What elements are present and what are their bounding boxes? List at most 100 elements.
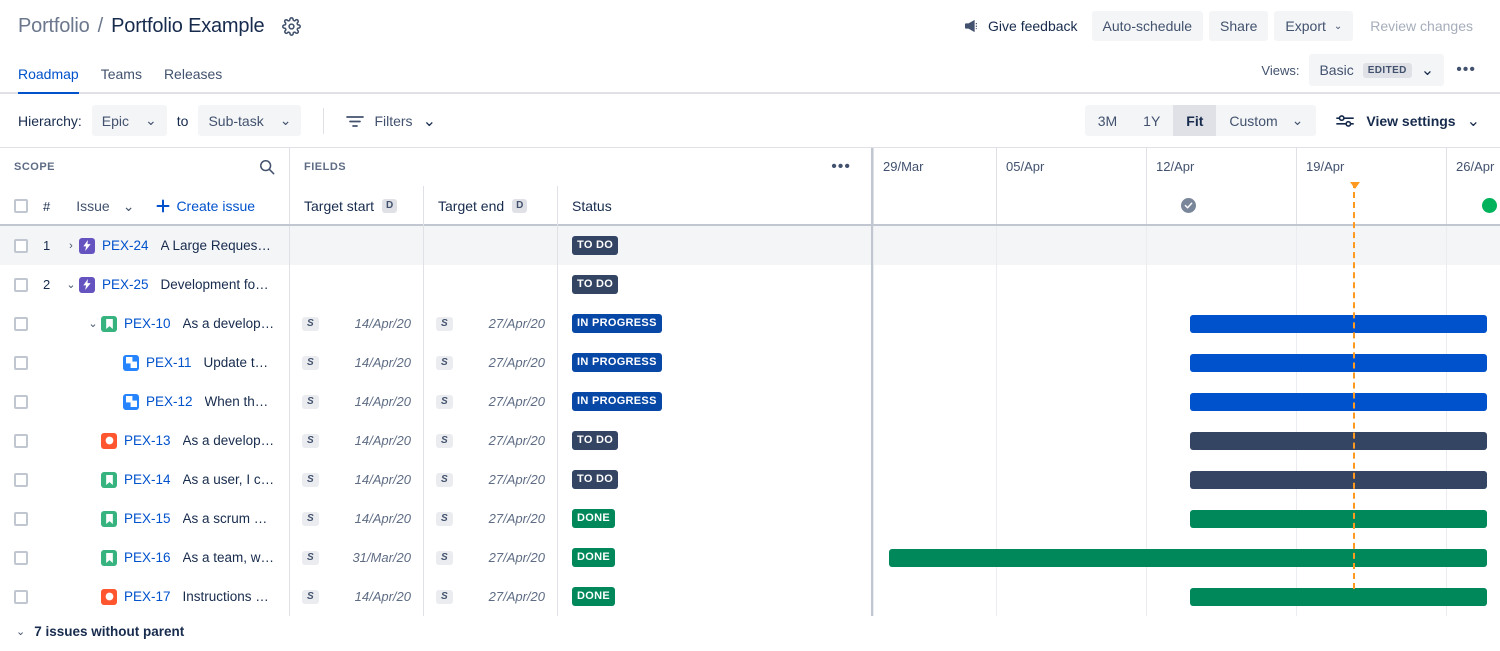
issue-key-link[interactable]: PEX-11 bbox=[146, 355, 192, 370]
cell-target-start[interactable]: S 14/Apr/20 bbox=[290, 421, 424, 460]
table-row[interactable]: PEX-12 When th… S 14/Apr/20 S 27/Apr/20 IN PRO… bbox=[0, 382, 1500, 421]
cell-target-end[interactable]: S 27/Apr/20 bbox=[424, 382, 558, 421]
cell-target-end[interactable]: S 27/Apr/20 bbox=[424, 460, 558, 499]
row-timeline-cell[interactable] bbox=[873, 265, 1500, 304]
row-timeline-cell[interactable] bbox=[873, 499, 1500, 538]
row-checkbox[interactable] bbox=[14, 277, 28, 292]
issue-key-link[interactable]: PEX-15 bbox=[124, 511, 171, 526]
row-checkbox[interactable] bbox=[14, 472, 28, 487]
cell-target-start[interactable]: S 31/Mar/20 bbox=[290, 538, 424, 577]
cell-target-end[interactable] bbox=[424, 265, 558, 304]
filters-button[interactable]: Filters ⌄ bbox=[346, 111, 436, 131]
cell-target-start[interactable] bbox=[290, 226, 424, 265]
zoom-1y-button[interactable]: 1Y bbox=[1130, 105, 1173, 136]
views-more-icon[interactable]: ••• bbox=[1448, 58, 1484, 82]
table-row[interactable]: PEX-17 Instructions … S 14/Apr/20 S 27/Apr/20… bbox=[0, 577, 1500, 616]
row-timeline-cell[interactable] bbox=[873, 421, 1500, 460]
issues-without-parent-row[interactable]: ⌄ 7 issues without parent bbox=[0, 616, 1500, 646]
cell-status[interactable]: TO DO bbox=[558, 265, 871, 304]
cell-status[interactable]: DONE bbox=[558, 577, 871, 616]
table-row[interactable]: PEX-16 As a team, w… S 31/Mar/20 S 27/Apr/20 D… bbox=[0, 538, 1500, 577]
timeline-bar[interactable] bbox=[1190, 470, 1487, 489]
view-settings-button[interactable]: View settings ⌄ bbox=[1336, 111, 1484, 131]
row-expand-toggle[interactable]: › bbox=[63, 240, 79, 252]
row-expand-toggle[interactable]: ⌄ bbox=[85, 317, 101, 330]
issue-key-link[interactable]: PEX-17 bbox=[124, 589, 171, 604]
row-timeline-cell[interactable] bbox=[873, 304, 1500, 343]
cell-target-start[interactable]: S 14/Apr/20 bbox=[290, 460, 424, 499]
fields-more-icon[interactable]: ••• bbox=[823, 155, 859, 179]
issue-key-link[interactable]: PEX-14 bbox=[124, 472, 171, 487]
zoom-3m-button[interactable]: 3M bbox=[1085, 105, 1130, 136]
row-checkbox[interactable] bbox=[14, 238, 28, 253]
table-row[interactable]: PEX-14 As a user, I c… S 14/Apr/20 S 27/Apr/2… bbox=[0, 460, 1500, 499]
auto-schedule-button[interactable]: Auto-schedule bbox=[1091, 11, 1204, 41]
create-issue-button[interactable]: Create issue bbox=[156, 198, 255, 214]
timeline-bar[interactable] bbox=[1190, 392, 1487, 411]
issue-key-link[interactable]: PEX-12 bbox=[146, 394, 193, 409]
row-timeline-cell[interactable] bbox=[873, 577, 1500, 616]
table-row[interactable]: 2 ⌄ PEX-25 Development fo… TO DO bbox=[0, 265, 1500, 304]
zoom-custom-button[interactable]: Custom ⌄ bbox=[1216, 105, 1316, 136]
tab-releases[interactable]: Releases bbox=[164, 66, 222, 92]
release-marker-released[interactable] bbox=[1181, 198, 1196, 213]
timeline-bar[interactable] bbox=[1190, 587, 1487, 606]
row-checkbox[interactable] bbox=[14, 394, 28, 409]
select-all-checkbox[interactable] bbox=[14, 199, 28, 213]
row-timeline-cell[interactable] bbox=[873, 538, 1500, 577]
cell-target-start[interactable]: S 14/Apr/20 bbox=[290, 304, 424, 343]
cell-status[interactable]: IN PROGRESS bbox=[558, 382, 871, 421]
cell-target-end[interactable] bbox=[424, 226, 558, 265]
gear-icon[interactable] bbox=[282, 16, 302, 36]
cell-status[interactable]: DONE bbox=[558, 499, 871, 538]
cell-target-end[interactable]: S 27/Apr/20 bbox=[424, 577, 558, 616]
hierarchy-from-select[interactable]: Epic ⌄ bbox=[91, 105, 167, 136]
table-row[interactable]: PEX-13 As a develop… S 14/Apr/20 S 27/Apr/20 T… bbox=[0, 421, 1500, 460]
timeline-bar[interactable] bbox=[1190, 353, 1487, 372]
timeline-bar[interactable] bbox=[1190, 431, 1487, 450]
cell-status[interactable]: TO DO bbox=[558, 226, 871, 265]
row-checkbox[interactable] bbox=[14, 589, 28, 604]
cell-target-end[interactable]: S 27/Apr/20 bbox=[424, 421, 558, 460]
column-status[interactable]: Status bbox=[558, 186, 871, 226]
tab-roadmap[interactable]: Roadmap bbox=[18, 66, 79, 94]
row-checkbox[interactable] bbox=[14, 316, 28, 331]
row-checkbox[interactable] bbox=[14, 550, 28, 565]
table-row[interactable]: ⌄ PEX-10 As a develop… S 14/Apr/20 S 27/Apr/20… bbox=[0, 304, 1500, 343]
cell-target-start[interactable]: S 14/Apr/20 bbox=[290, 499, 424, 538]
cell-target-end[interactable]: S 27/Apr/20 bbox=[424, 538, 558, 577]
tab-teams[interactable]: Teams bbox=[101, 66, 142, 92]
give-feedback-button[interactable]: Give feedback bbox=[956, 12, 1086, 40]
row-timeline-cell[interactable] bbox=[873, 460, 1500, 499]
breadcrumb-parent[interactable]: Portfolio bbox=[18, 15, 90, 38]
export-button[interactable]: Export ⌄ bbox=[1274, 11, 1354, 41]
row-checkbox[interactable] bbox=[14, 355, 28, 370]
release-marker-unreleased[interactable] bbox=[1482, 198, 1497, 213]
issue-key-link[interactable]: PEX-13 bbox=[124, 433, 171, 448]
row-timeline-cell[interactable] bbox=[873, 382, 1500, 421]
cell-status[interactable]: IN PROGRESS bbox=[558, 343, 871, 382]
review-changes-button[interactable]: Review changes bbox=[1359, 11, 1484, 41]
table-row[interactable]: PEX-15 As a scrum … S 14/Apr/20 S 27/Apr/20 DO… bbox=[0, 499, 1500, 538]
column-target-end[interactable]: Target end D bbox=[424, 186, 558, 226]
issue-key-link[interactable]: PEX-24 bbox=[102, 238, 149, 253]
cell-target-start[interactable]: S 14/Apr/20 bbox=[290, 343, 424, 382]
cell-status[interactable]: TO DO bbox=[558, 421, 871, 460]
cell-target-end[interactable]: S 27/Apr/20 bbox=[424, 304, 558, 343]
cell-target-start[interactable]: S 14/Apr/20 bbox=[290, 382, 424, 421]
views-selector[interactable]: Basic EDITED ⌄ bbox=[1309, 54, 1445, 86]
issue-key-link[interactable]: PEX-25 bbox=[102, 277, 149, 292]
cell-status[interactable]: IN PROGRESS bbox=[558, 304, 871, 343]
cell-target-start[interactable] bbox=[290, 265, 424, 304]
issue-key-link[interactable]: PEX-16 bbox=[124, 550, 171, 565]
column-target-start[interactable]: Target start D bbox=[290, 186, 424, 226]
issue-column-select[interactable]: Issue ⌄ bbox=[76, 198, 134, 215]
cell-status[interactable]: DONE bbox=[558, 538, 871, 577]
row-timeline-cell[interactable] bbox=[873, 343, 1500, 382]
cell-target-end[interactable]: S 27/Apr/20 bbox=[424, 499, 558, 538]
cell-target-end[interactable]: S 27/Apr/20 bbox=[424, 343, 558, 382]
issue-key-link[interactable]: PEX-10 bbox=[124, 316, 171, 331]
table-row[interactable]: PEX-11 Update t… S 14/Apr/20 S 27/Apr/20 IN PR… bbox=[0, 343, 1500, 382]
hierarchy-to-select[interactable]: Sub-task ⌄ bbox=[198, 105, 302, 136]
timeline-bar[interactable] bbox=[1190, 509, 1487, 528]
